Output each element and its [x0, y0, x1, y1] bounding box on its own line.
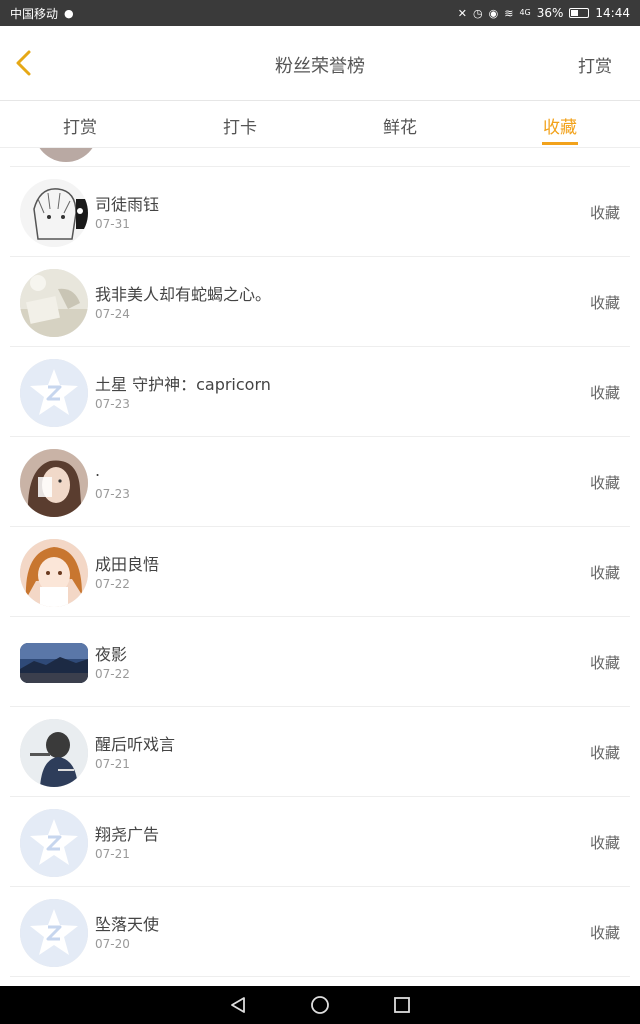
- user-name: 醒后听戏言: [95, 735, 176, 754]
- action-label: 收藏: [589, 834, 620, 852]
- alarm-icon: ◷: [473, 6, 483, 20]
- tab-bar: 打赏 打卡 鲜花 收藏: [0, 101, 640, 148]
- circle-home-icon: [311, 996, 329, 1014]
- action-label: 收藏: [589, 294, 620, 312]
- qq-notification-icon: ●: [64, 6, 74, 20]
- status-bar: 中国移动 ● ✕ ◷ ◉ ≋ 4G 36% 14:44: [0, 0, 640, 26]
- date-label: 07-31: [95, 217, 130, 231]
- action-label: 收藏: [589, 204, 620, 222]
- date-label: 07-21: [95, 757, 130, 771]
- clock: 14:44: [595, 6, 630, 20]
- nav-recents-button[interactable]: [390, 993, 414, 1017]
- mute-icon: ✕: [457, 6, 467, 20]
- battery-percent: 36%: [536, 6, 564, 20]
- action-label: 收藏: [589, 924, 620, 942]
- action-label: 收藏: [589, 744, 620, 762]
- fan-list[interactable]: 司徒雨钰 07-31 收藏 我非美人却有蛇蝎之心。 07-24 收藏 土星 守护…: [0, 148, 640, 986]
- app-header: 粉丝荣誉榜 打赏: [0, 26, 640, 101]
- page-title: 粉丝荣誉榜: [275, 56, 365, 77]
- list-item[interactable]: 我非美人却有蛇蝎之心。 07-24 收藏: [10, 257, 630, 347]
- carrier-label: 中国移动: [10, 6, 59, 21]
- date-label: 07-23: [95, 397, 130, 411]
- avatar: [20, 449, 88, 517]
- avatar: [20, 539, 88, 607]
- list-item[interactable]: 司徒雨钰 07-31 收藏: [10, 167, 630, 257]
- date-label: 07-24: [95, 307, 130, 321]
- wifi-icon: ≋: [504, 6, 514, 20]
- avatar: [34, 148, 98, 162]
- user-name: 司徒雨钰: [95, 195, 160, 214]
- user-name: 土星 守护神：capricorn: [95, 375, 271, 394]
- action-label: 收藏: [589, 474, 620, 492]
- reward-button[interactable]: 打赏: [578, 52, 612, 77]
- avatar: [20, 719, 88, 787]
- default-qq-avatar-icon: [20, 359, 88, 427]
- tab-favorites[interactable]: 收藏: [480, 101, 640, 147]
- list-item[interactable]: 翔尧广告 07-21 收藏: [10, 797, 630, 887]
- list-item[interactable]: 成田良悟 07-22 收藏: [10, 527, 630, 617]
- user-name: 我非美人却有蛇蝎之心。: [95, 285, 272, 304]
- default-qq-avatar-icon: [20, 809, 88, 877]
- date-label: 07-22: [95, 667, 130, 681]
- user-name: 翔尧广告: [95, 825, 160, 844]
- user-name: 坠落天使: [95, 915, 160, 934]
- date-label: 07-21: [95, 847, 130, 861]
- user-name: 成田良悟: [95, 555, 160, 574]
- avatar: [20, 643, 88, 683]
- tab-flowers[interactable]: 鲜花: [320, 101, 480, 147]
- action-label: 收藏: [589, 654, 620, 672]
- tab-checkin[interactable]: 打卡: [160, 101, 320, 147]
- action-label: 收藏: [589, 384, 620, 402]
- list-item[interactable]: . 07-23 收藏: [10, 437, 630, 527]
- action-label: 收藏: [589, 564, 620, 582]
- list-item[interactable]: 坠落天使 07-20 收藏: [10, 887, 630, 977]
- user-name: .: [95, 461, 101, 480]
- date-label: 07-23: [95, 487, 130, 501]
- avatar: [20, 179, 88, 247]
- eye-icon: ◉: [488, 6, 499, 20]
- signal-icon: 4G: [519, 8, 531, 17]
- battery-icon: [569, 8, 590, 18]
- list-item-partial: [10, 148, 630, 167]
- list-item[interactable]: 醒后听戏言 07-21 收藏: [10, 707, 630, 797]
- nav-home-button[interactable]: [308, 993, 332, 1017]
- tab-reward[interactable]: 打赏: [0, 101, 160, 147]
- list-item[interactable]: 土星 守护神：capricorn 07-23 收藏: [10, 347, 630, 437]
- default-qq-avatar-icon: [20, 899, 88, 967]
- system-nav-bar: [0, 986, 640, 1024]
- list-item[interactable]: 夜影 07-22 收藏: [10, 617, 630, 707]
- nav-back-button[interactable]: [226, 993, 250, 1017]
- date-label: 07-20: [95, 937, 130, 951]
- user-name: 夜影: [95, 645, 128, 664]
- square-recents-icon: [394, 997, 410, 1013]
- date-label: 07-22: [95, 577, 130, 591]
- avatar: [20, 269, 88, 337]
- triangle-back-icon: [231, 997, 245, 1013]
